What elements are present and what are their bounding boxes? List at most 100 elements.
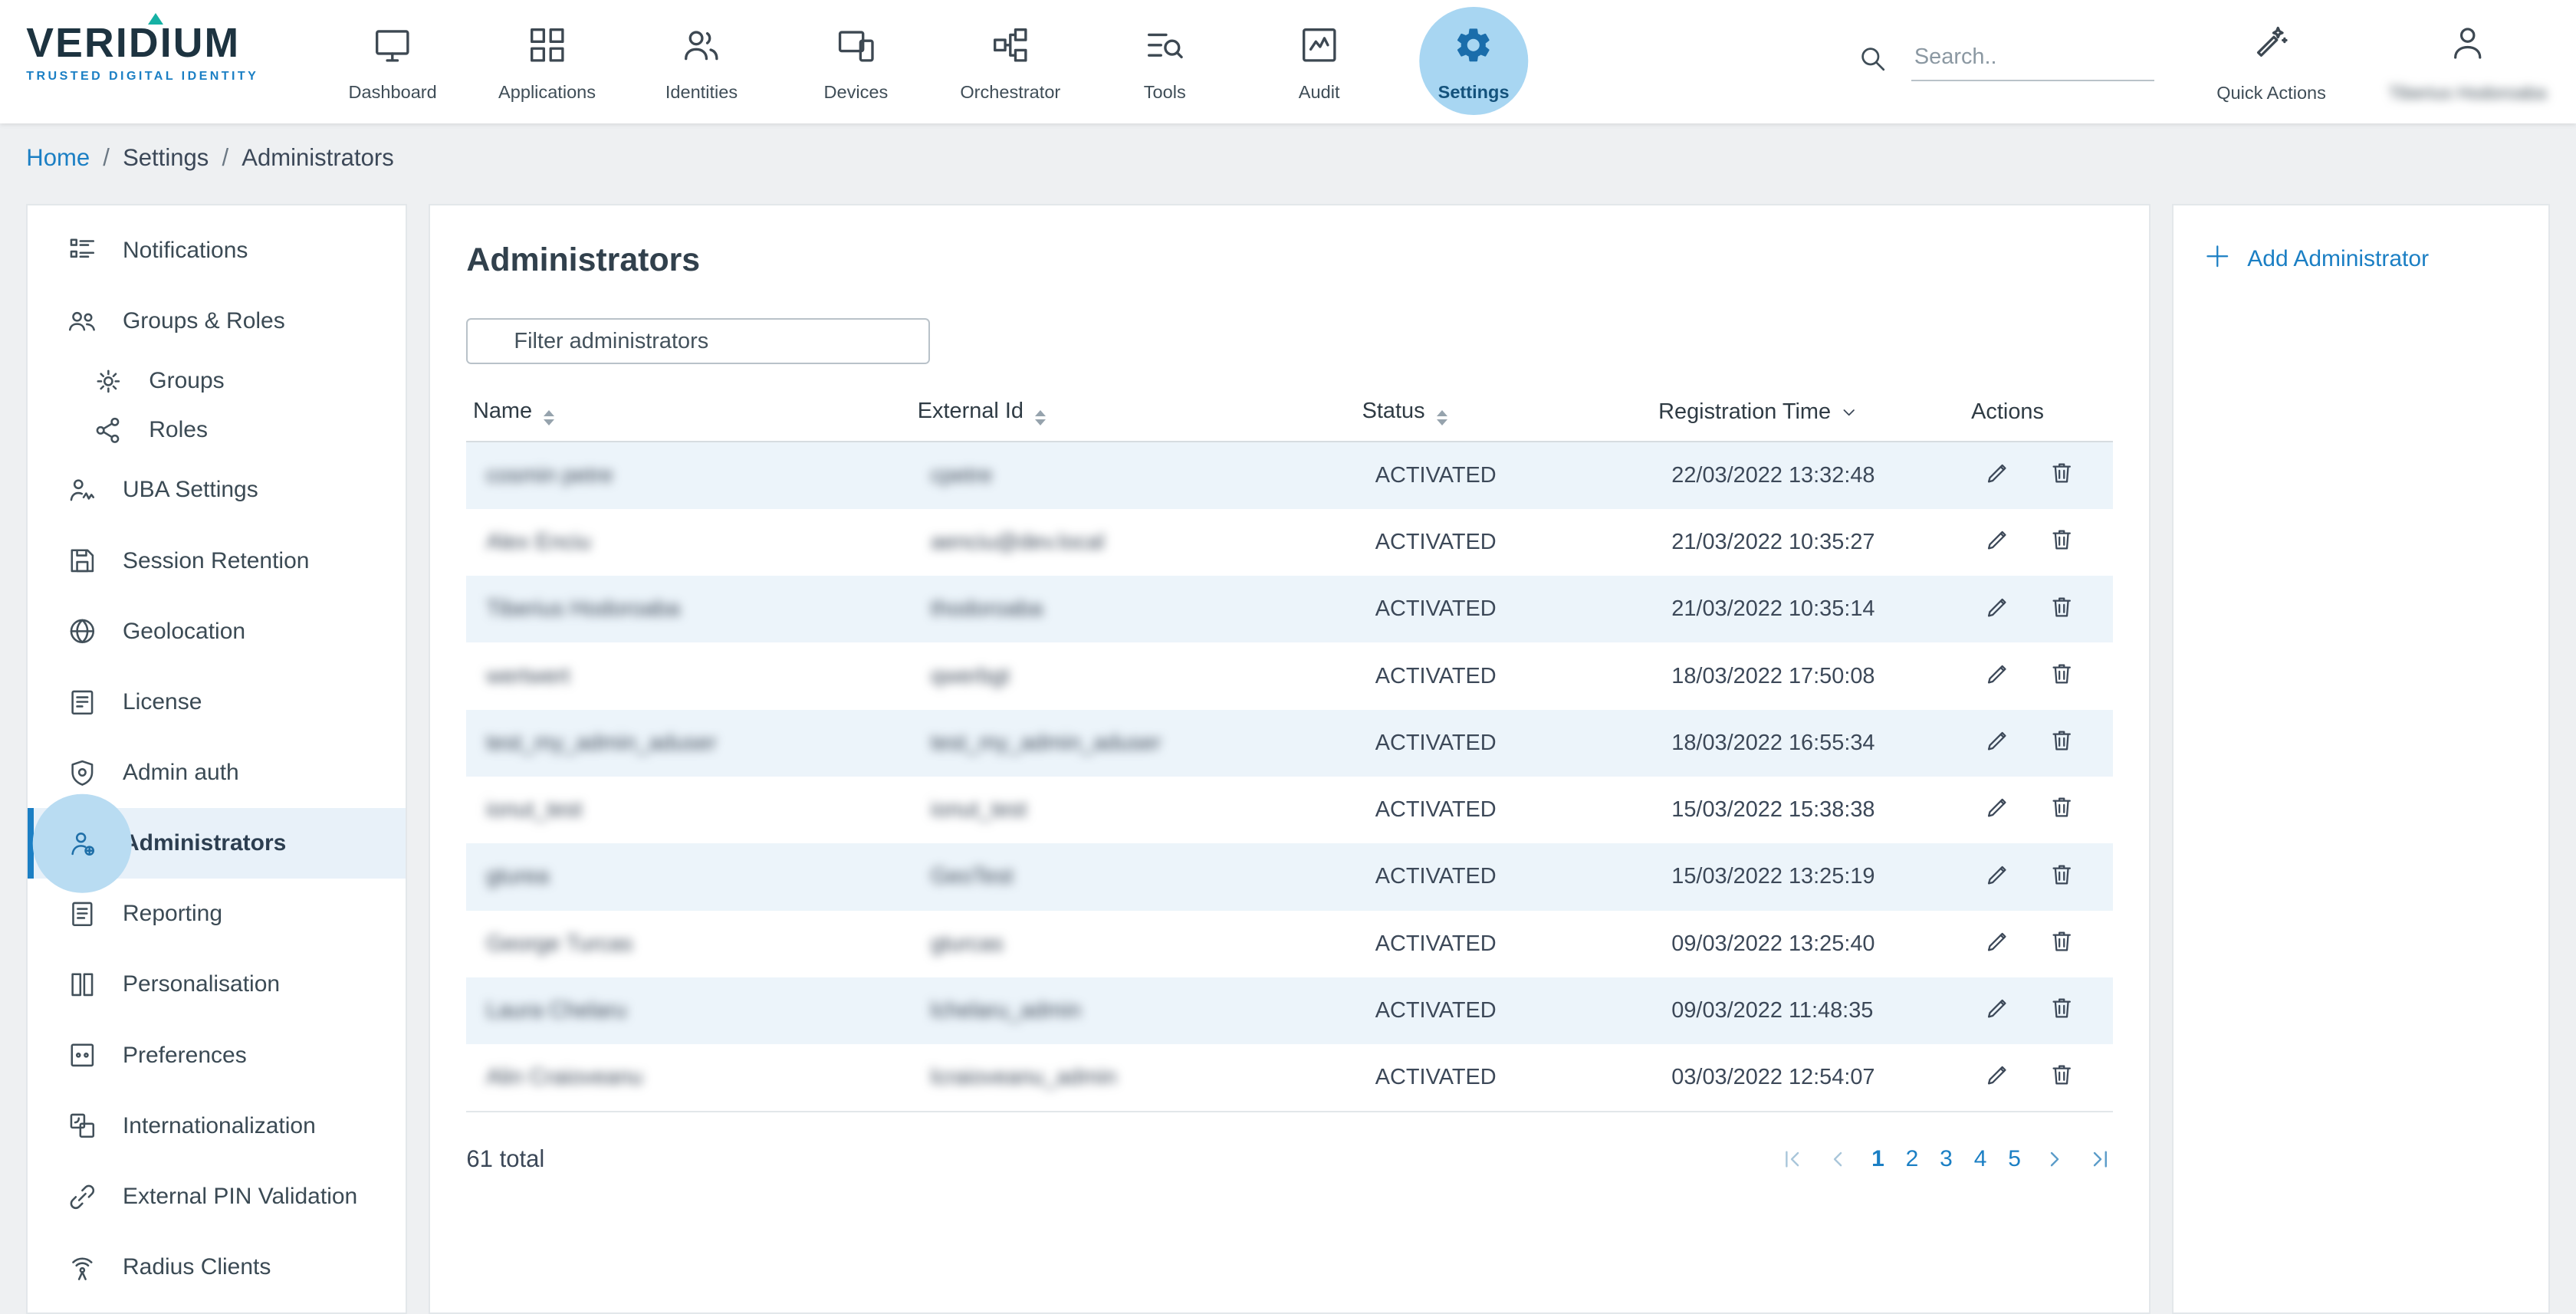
profile-menu[interactable]: Tiberius Hodoroaba xyxy=(2388,20,2546,103)
table-row[interactable]: wertwert qwerbgt ACTIVATED 18/03/2022 17… xyxy=(466,642,2112,709)
column-header-status[interactable]: Status xyxy=(1355,384,1652,442)
edit-button[interactable] xyxy=(1984,458,2012,492)
edit-button[interactable] xyxy=(1984,525,2012,559)
next-page-button[interactable] xyxy=(2042,1147,2067,1171)
sidebar-item-administrators[interactable]: Administrators xyxy=(28,808,406,879)
quick-actions-button[interactable]: Quick Actions xyxy=(2216,20,2326,103)
sidebar-item-uba-settings[interactable]: UBA Settings xyxy=(28,455,406,525)
veridium-logo[interactable]: VERIDIUM TRUSTED DIGITAL IDENTITY xyxy=(0,0,279,123)
table-row[interactable]: Alin Craioveanu lcraioveanu_admin ACTIVA… xyxy=(466,1044,2112,1112)
delete-button[interactable] xyxy=(2048,593,2075,626)
column-header-name[interactable]: Name xyxy=(466,384,911,442)
registration-time: 22/03/2022 13:32:48 xyxy=(1671,463,1875,488)
sidebar-item-label: Radius Clients xyxy=(123,1254,271,1280)
delete-button[interactable] xyxy=(2048,659,2075,693)
actions-panel: Add Administrator xyxy=(2172,204,2550,1314)
shield-icon xyxy=(67,757,98,789)
table-row[interactable]: George Turcas gturcas ACTIVATED 09/03/20… xyxy=(466,911,2112,977)
edit-button[interactable] xyxy=(1984,793,2012,826)
breadcrumb: Home / Settings / Administrators xyxy=(0,123,2576,192)
nav-item-dashboard[interactable]: Dashboard xyxy=(315,0,469,123)
nav-item-tools[interactable]: Tools xyxy=(1088,0,1242,123)
sidebar-item-roles[interactable]: Roles xyxy=(28,406,406,455)
admin-external-id: aenciu@dev.local xyxy=(931,530,1104,554)
search-input[interactable] xyxy=(1911,39,2154,80)
delete-button[interactable] xyxy=(2048,793,2075,826)
status-badge: ACTIVATED xyxy=(1375,998,1497,1023)
add-administrator-button[interactable]: Add Administrator xyxy=(2203,241,2518,278)
first-page-button[interactable] xyxy=(1779,1147,1804,1171)
page-number-3[interactable]: 3 xyxy=(1940,1146,1953,1172)
delete-button[interactable] xyxy=(2048,927,2075,961)
sort-icon xyxy=(1437,410,1447,425)
page-number-5[interactable]: 5 xyxy=(2008,1146,2021,1172)
nav-label: Orchestrator xyxy=(960,82,1060,103)
sidebar-item-label: Notifications xyxy=(123,238,248,264)
delete-button[interactable] xyxy=(2048,726,2075,760)
sidebar-item-license[interactable]: License xyxy=(28,667,406,737)
edit-button[interactable] xyxy=(1984,593,2012,626)
sidebar-item-geolocation[interactable]: Geolocation xyxy=(28,596,406,667)
edit-button[interactable] xyxy=(1984,994,2012,1027)
nav-label: Devices xyxy=(823,82,888,103)
nav-item-applications[interactable]: Applications xyxy=(470,0,624,123)
delete-button[interactable] xyxy=(2048,525,2075,559)
table-row[interactable]: cosmin petre cpetre ACTIVATED 22/03/2022… xyxy=(466,442,2112,509)
edit-button[interactable] xyxy=(1984,726,2012,760)
edit-button[interactable] xyxy=(1984,860,2012,894)
table-row[interactable]: gturea GeoTest ACTIVATED 15/03/2022 13:2… xyxy=(466,843,2112,910)
admin-external-id: cpetre xyxy=(931,463,992,488)
sidebar-item-groups-roles[interactable]: Groups & Roles xyxy=(28,286,406,356)
quick-actions-label: Quick Actions xyxy=(2216,83,2326,103)
delete-button[interactable] xyxy=(2048,860,2075,894)
page-title: Administrators xyxy=(466,241,2112,279)
link-icon xyxy=(67,1181,98,1213)
previous-page-button[interactable] xyxy=(1825,1147,1850,1171)
delete-button[interactable] xyxy=(2048,458,2075,492)
nav-label: Dashboard xyxy=(348,82,436,103)
breadcrumb-home[interactable]: Home xyxy=(26,144,90,172)
delete-button[interactable] xyxy=(2048,1060,2075,1094)
sidebar-item-label: Preferences xyxy=(123,1043,247,1069)
edit-button[interactable] xyxy=(1984,927,2012,961)
table-row[interactable]: Alex Enciu aenciu@dev.local ACTIVATED 21… xyxy=(466,509,2112,576)
sidebar-item-session-retention[interactable]: Session Retention xyxy=(28,526,406,596)
filter-administrators-input[interactable] xyxy=(466,318,929,364)
sidebar-item-personalisation[interactable]: Personalisation xyxy=(28,949,406,1020)
edit-button[interactable] xyxy=(1984,1060,2012,1094)
grid-icon xyxy=(527,23,568,67)
edit-button[interactable] xyxy=(1984,659,2012,693)
nav-item-audit[interactable]: Audit xyxy=(1242,0,1396,123)
table-row[interactable]: ionut_test ionut_test ACTIVATED 15/03/20… xyxy=(466,777,2112,843)
column-header-registration-time[interactable]: Registration Time xyxy=(1652,384,1965,442)
nav-item-devices[interactable]: Devices xyxy=(779,0,933,123)
delete-button[interactable] xyxy=(2048,994,2075,1027)
table-footer: 61 total 1 2 3 4 5 xyxy=(466,1145,2112,1173)
status-badge: ACTIVATED xyxy=(1375,864,1497,889)
sidebar-item-internationalization[interactable]: Internationalization xyxy=(28,1091,406,1161)
sidebar-item-notifications[interactable]: Notifications xyxy=(28,215,406,286)
nav-item-orchestrator[interactable]: Orchestrator xyxy=(933,0,1087,123)
status-badge: ACTIVATED xyxy=(1375,931,1497,956)
sidebar-item-preferences[interactable]: Preferences xyxy=(28,1020,406,1091)
column-header-external-id[interactable]: External Id xyxy=(911,384,1355,442)
table-row[interactable]: test_my_admin_aduser test_my_admin_aduse… xyxy=(466,710,2112,777)
last-page-button[interactable] xyxy=(2088,1147,2113,1171)
sidebar-item-label: Reporting xyxy=(123,901,222,927)
table-row[interactable]: Laura Chelaru lchelaru_admin ACTIVATED 0… xyxy=(466,977,2112,1044)
sidebar-item-advanced[interactable]: Advanced xyxy=(28,1303,406,1314)
admin-external-id: lchelaru_admin xyxy=(931,998,1081,1023)
breadcrumb-settings[interactable]: Settings xyxy=(123,144,209,172)
sidebar-item-radius-clients[interactable]: Radius Clients xyxy=(28,1232,406,1303)
sidebar-item-external-pin-validation[interactable]: External PIN Validation xyxy=(28,1161,406,1232)
sidebar-item-groups[interactable]: Groups xyxy=(28,356,406,406)
nav-item-identities[interactable]: Identities xyxy=(624,0,778,123)
page-number-2[interactable]: 2 xyxy=(1906,1146,1919,1172)
table-row[interactable]: Tiberius Hodoroaba thodoroaba ACTIVATED … xyxy=(466,576,2112,642)
app-window: VERIDIUM TRUSTED DIGITAL IDENTITY Dashbo… xyxy=(0,0,2576,1314)
page-number-4[interactable]: 4 xyxy=(1974,1146,1987,1172)
registration-time: 15/03/2022 15:38:38 xyxy=(1671,797,1875,822)
nav-item-settings[interactable]: Settings xyxy=(1396,0,1550,123)
page-number-1[interactable]: 1 xyxy=(1871,1146,1884,1172)
flow-icon xyxy=(990,23,1031,67)
